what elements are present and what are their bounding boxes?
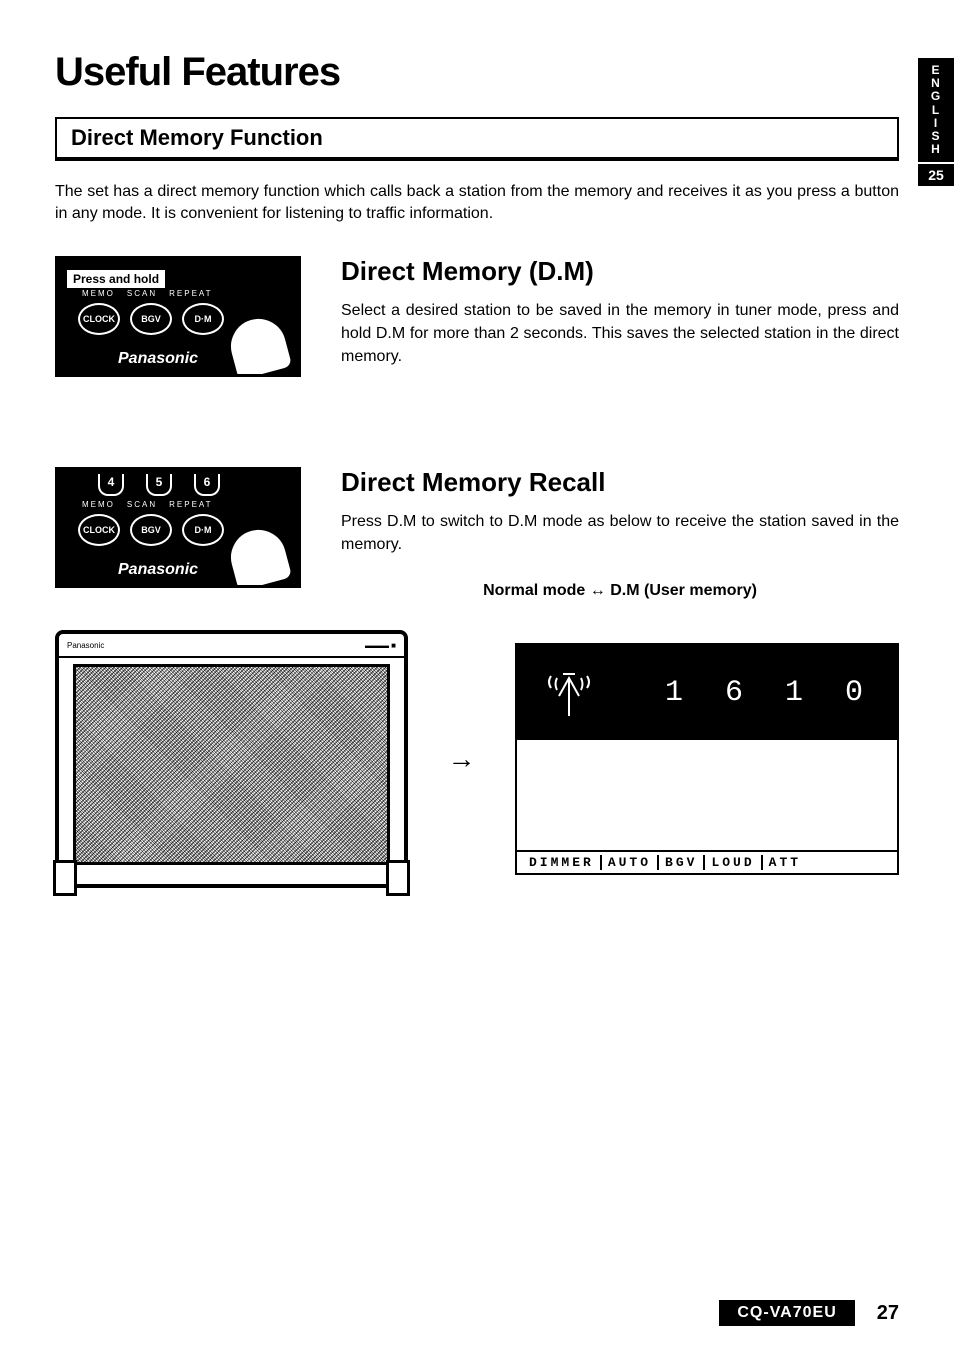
dm-heading: Direct Memory (D.M) bbox=[341, 256, 899, 287]
clock-button-2: CLOCK bbox=[78, 514, 120, 546]
sublabel-scan-2: SCAN bbox=[127, 500, 157, 509]
sublabel-repeat-2: REPEAT bbox=[169, 500, 212, 509]
page-footer: CQ-VA70EU 27 bbox=[719, 1300, 899, 1326]
monitor-bar-right: ▬▬▬ ■ bbox=[365, 641, 396, 650]
num-4: 4 bbox=[98, 474, 124, 496]
section-heading-box: Direct Memory Function bbox=[55, 117, 899, 161]
mode-toggle-line: Normal mode ↔ D.M (User memory) bbox=[341, 582, 899, 600]
num-6: 6 bbox=[194, 474, 220, 496]
monitor-stand-right bbox=[386, 860, 410, 896]
dm-button-2: D·M bbox=[182, 514, 224, 546]
control-panel-illustration-1: Press and hold MEMO SCAN REPEAT CLOCK BG… bbox=[55, 256, 301, 377]
finger-icon bbox=[222, 310, 294, 377]
press-hold-label: Press and hold bbox=[66, 269, 166, 289]
recall-heading: Direct Memory Recall bbox=[341, 467, 899, 498]
finger-icon-2 bbox=[222, 521, 294, 588]
sublabel-scan: SCAN bbox=[127, 289, 157, 298]
button-sublabels: MEMO SCAN REPEAT bbox=[82, 289, 213, 298]
recall-text: Direct Memory Recall Press D.M to switch… bbox=[341, 467, 899, 600]
recall-body: Press D.M to switch to D.M mode as below… bbox=[341, 510, 899, 556]
monitor-stand-left bbox=[53, 860, 77, 896]
lcd-att: ATT bbox=[761, 855, 807, 870]
dm-recall-row: 4 5 6 MEMO SCAN REPEAT CLOCK BGV D·M Pan… bbox=[55, 467, 899, 600]
monitor-illustration: Panasonic ▬▬▬ ■ bbox=[55, 630, 408, 888]
panel-brand-2: Panasonic bbox=[118, 561, 198, 579]
section-heading: Direct Memory Function bbox=[71, 125, 883, 151]
control-panel-illustration-2: 4 5 6 MEMO SCAN REPEAT CLOCK BGV D·M Pan… bbox=[55, 467, 301, 588]
button-sublabels-2: MEMO SCAN REPEAT bbox=[82, 500, 213, 509]
panel-brand: Panasonic bbox=[118, 350, 198, 368]
lcd-middle-area bbox=[517, 740, 897, 850]
lcd-loud: LOUD bbox=[703, 855, 760, 870]
bgv-button: BGV bbox=[130, 303, 172, 335]
num-buttons: 4 5 6 bbox=[98, 474, 220, 496]
model-badge: CQ-VA70EU bbox=[719, 1300, 854, 1326]
intro-paragraph: The set has a direct memory function whi… bbox=[55, 181, 899, 226]
dm-body: Select a desired station to be saved in … bbox=[341, 299, 899, 369]
lcd-display: 1 6 1 0 DIMMER AUTO BGV LOUD ATT bbox=[515, 643, 899, 875]
round-buttons: CLOCK BGV D·M bbox=[78, 303, 224, 335]
language-label: ENGLISH bbox=[918, 58, 954, 162]
num-5: 5 bbox=[146, 474, 172, 496]
sublabel-memo-2: MEMO bbox=[82, 500, 115, 509]
lcd-auto: AUTO bbox=[600, 855, 657, 870]
display-example-row: Panasonic ▬▬▬ ■ → bbox=[55, 630, 899, 888]
antenna-icon bbox=[539, 668, 599, 718]
language-tab: ENGLISH 25 bbox=[918, 58, 954, 186]
lcd-dimmer: DIMMER bbox=[523, 855, 600, 870]
sublabel-repeat: REPEAT bbox=[169, 289, 212, 298]
frequency-readout: 1 6 1 0 bbox=[665, 676, 875, 710]
arrow-icon: → bbox=[448, 743, 476, 775]
lcd-bottom-labels: DIMMER AUTO BGV LOUD ATT bbox=[517, 850, 897, 873]
section-number: 25 bbox=[918, 164, 954, 186]
monitor-screen-noise bbox=[73, 664, 390, 865]
bgv-button-2: BGV bbox=[130, 514, 172, 546]
dm-save-row: Press and hold MEMO SCAN REPEAT CLOCK BG… bbox=[55, 256, 899, 377]
clock-button: CLOCK bbox=[78, 303, 120, 335]
round-buttons-2: CLOCK BGV D·M bbox=[78, 514, 224, 546]
page-title: Useful Features bbox=[55, 50, 899, 95]
lcd-bgv: BGV bbox=[657, 855, 703, 870]
sublabel-memo: MEMO bbox=[82, 289, 115, 298]
dm-button: D·M bbox=[182, 303, 224, 335]
page-number: 27 bbox=[877, 1302, 899, 1325]
monitor-brand: Panasonic bbox=[67, 641, 104, 650]
dm-text: Direct Memory (D.M) Select a desired sta… bbox=[341, 256, 899, 369]
